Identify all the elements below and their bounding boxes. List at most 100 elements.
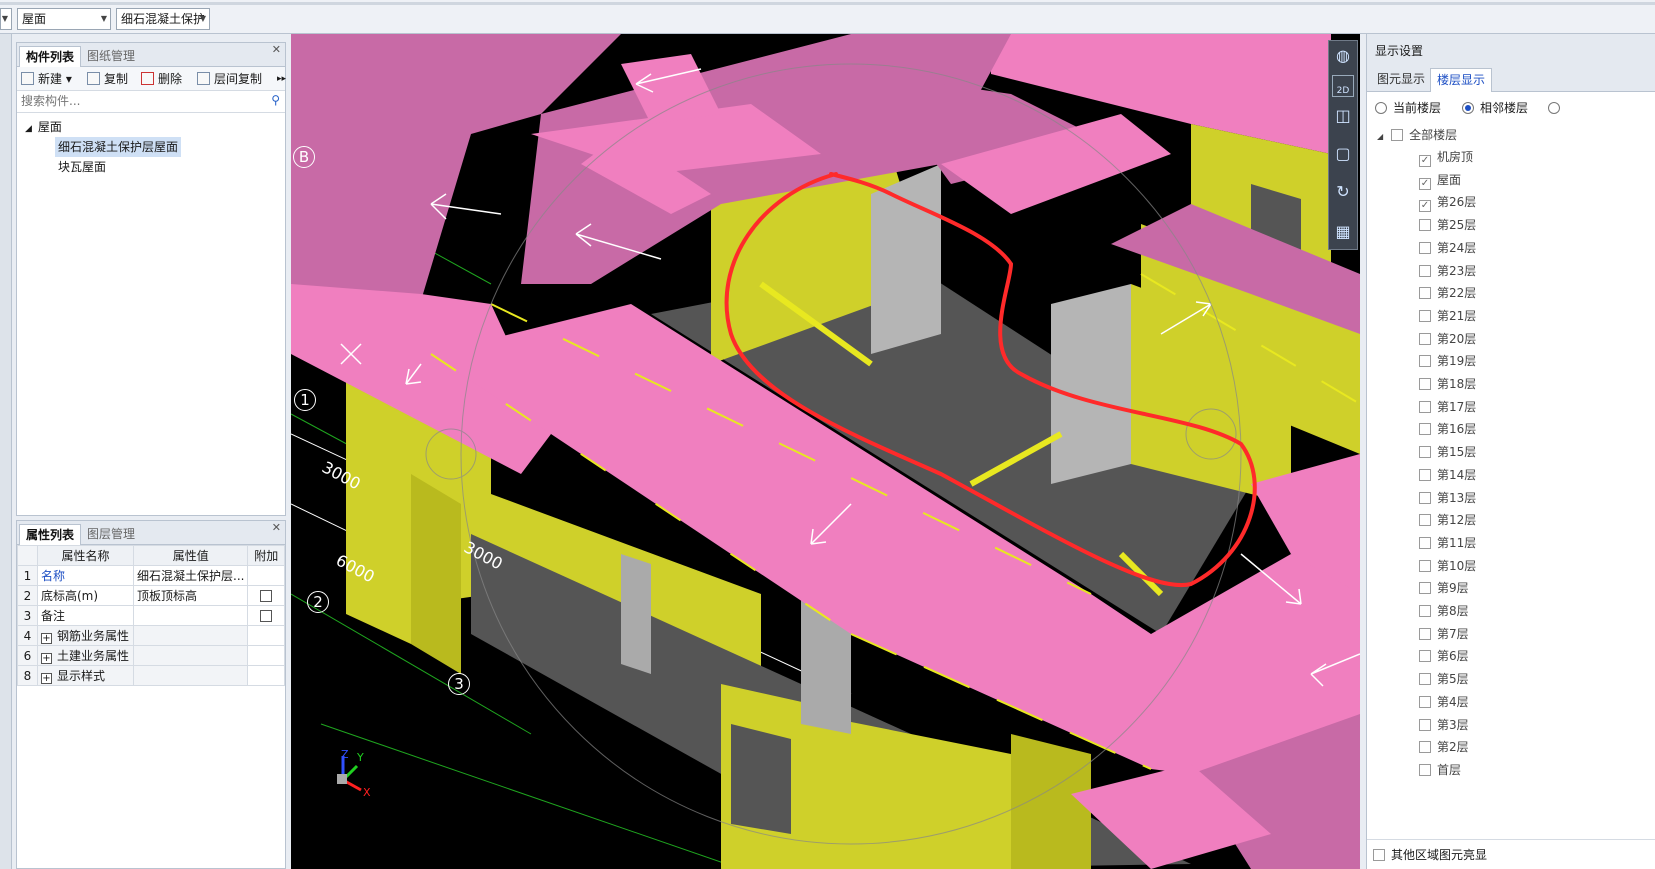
radio-current-floor[interactable]: 当前楼层: [1375, 98, 1441, 118]
more-icon[interactable]: ▸▸: [277, 70, 286, 88]
floor-item[interactable]: 第9层: [1419, 578, 1469, 598]
floor-checkbox[interactable]: [1419, 536, 1431, 549]
radio-adjacent-floor[interactable]: 相邻楼层: [1462, 98, 1528, 118]
3d-viewport[interactable]: B 1 2 3 3000 6000 3000 Z Y X ◍ 2D ◫ ▢ ↻ …: [291, 34, 1360, 869]
floor-checkbox[interactable]: ✓: [1419, 177, 1431, 190]
floor-item[interactable]: 第21层: [1419, 306, 1476, 326]
expand-icon[interactable]: +: [41, 653, 52, 664]
floor-item[interactable]: 第25层: [1419, 215, 1476, 235]
orbit-icon[interactable]: ◍: [1332, 45, 1354, 67]
table-row[interactable]: 1 名称 细石混凝土保护层...: [17, 565, 285, 586]
floor-item[interactable]: ✓ 第26层: [1419, 192, 1476, 213]
component-select[interactable]: 细石混凝土保护 ▼: [116, 8, 210, 30]
floor-item[interactable]: 第19层: [1419, 351, 1476, 371]
copy-button[interactable]: 复制: [87, 70, 128, 88]
floor-select[interactable]: 屋面 ▼: [17, 8, 111, 30]
floor-checkbox[interactable]: [1419, 673, 1431, 686]
tree-item-gravel-roof[interactable]: 细石混凝土保护层屋面: [55, 137, 182, 157]
close-icon[interactable]: ✕: [272, 521, 281, 534]
floor-item[interactable]: 第13层: [1419, 488, 1476, 508]
tree-root[interactable]: ◢ 屋面: [25, 117, 62, 137]
highlight-checkbox[interactable]: [1373, 849, 1385, 861]
floor-item[interactable]: 第10层: [1419, 556, 1476, 576]
tab-component-list[interactable]: 构件列表: [19, 46, 82, 67]
all-floors-checkbox[interactable]: [1391, 129, 1404, 141]
tab-drawing-manage[interactable]: 图纸管理: [81, 46, 141, 67]
floor-item[interactable]: 第2层: [1419, 737, 1469, 757]
tab-floor-display[interactable]: 楼层显示: [1430, 68, 1493, 92]
expand-icon[interactable]: +: [41, 673, 52, 684]
tab-element-display[interactable]: 图元显示: [1371, 68, 1431, 92]
footer-highlight-option[interactable]: 其他区域图元亮显: [1367, 839, 1655, 869]
rotate-icon[interactable]: ↻: [1332, 181, 1354, 203]
table-row[interactable]: 2 底标高(m) 顶板顶标高: [17, 585, 285, 606]
floor-item[interactable]: 第18层: [1419, 374, 1476, 394]
view-2d-button[interactable]: 2D: [1332, 75, 1354, 97]
prop-value[interactable]: 顶板顶标高: [132, 585, 249, 606]
floor-checkbox[interactable]: [1419, 219, 1431, 232]
floor-item[interactable]: 第7层: [1419, 624, 1469, 644]
floor-item[interactable]: 第3层: [1419, 715, 1469, 735]
floor-checkbox[interactable]: [1419, 446, 1431, 459]
floor-item[interactable]: 第24层: [1419, 238, 1476, 258]
prop-name-group[interactable]: + 显示样式: [37, 665, 134, 686]
floor-checkbox[interactable]: [1419, 287, 1431, 300]
search-input[interactable]: [17, 91, 257, 111]
close-icon[interactable]: ✕: [272, 43, 281, 56]
floor-item[interactable]: 第6层: [1419, 646, 1469, 666]
floor-checkbox[interactable]: [1419, 718, 1431, 731]
extra-checkbox[interactable]: [260, 609, 273, 622]
search-icon[interactable]: ⚲: [271, 93, 280, 107]
collapse-icon[interactable]: ◢: [1377, 132, 1383, 141]
floor-item[interactable]: 第5层: [1419, 669, 1469, 689]
expand-icon[interactable]: +: [41, 633, 52, 644]
floor-checkbox[interactable]: [1419, 763, 1431, 776]
delete-button[interactable]: 删除: [141, 70, 182, 88]
floor-item[interactable]: 第15层: [1419, 442, 1476, 462]
floor-checkbox[interactable]: [1419, 491, 1431, 504]
extra-checkbox[interactable]: [260, 589, 273, 602]
tree-item-tile-roof[interactable]: 块瓦屋面: [58, 157, 106, 177]
table-row[interactable]: 6 + 土建业务属性: [17, 645, 285, 666]
tab-property-list[interactable]: 属性列表: [19, 524, 82, 545]
floor-item[interactable]: 第17层: [1419, 397, 1476, 417]
floor-item[interactable]: 第22层: [1419, 283, 1476, 303]
floor-checkbox[interactable]: [1419, 241, 1431, 254]
collapse-icon[interactable]: ◢: [25, 124, 32, 134]
floor-checkbox[interactable]: ✓: [1419, 200, 1431, 213]
floor-checkbox[interactable]: [1419, 650, 1431, 663]
cube-view-icon[interactable]: ◫: [1332, 105, 1354, 127]
floor-checkbox[interactable]: [1419, 559, 1431, 572]
floor-checkbox[interactable]: [1419, 332, 1431, 345]
floor-item[interactable]: 第12层: [1419, 510, 1476, 530]
floor-item[interactable]: 第16层: [1419, 419, 1476, 439]
floor-checkbox[interactable]: [1419, 400, 1431, 413]
floor-checkbox[interactable]: [1419, 423, 1431, 436]
prop-name-group[interactable]: + 钢筋业务属性: [37, 625, 134, 646]
left-edge-scrollbar[interactable]: [0, 34, 12, 869]
floor-item[interactable]: ✓ 屋面: [1419, 170, 1461, 190]
table-row[interactable]: 4 + 钢筋业务属性: [17, 625, 285, 646]
floor-checkbox[interactable]: [1419, 695, 1431, 708]
floor-checkbox[interactable]: [1419, 468, 1431, 481]
floor-checkbox[interactable]: [1419, 627, 1431, 640]
all-floors-row[interactable]: ◢ 全部楼层: [1377, 125, 1457, 145]
box-icon[interactable]: ▢: [1332, 143, 1354, 165]
prop-value[interactable]: 细石混凝土保护层...: [132, 565, 249, 586]
floor-checkbox[interactable]: [1419, 741, 1431, 754]
floor-checkbox[interactable]: [1419, 582, 1431, 595]
floor-checkbox[interactable]: [1419, 605, 1431, 617]
table-row[interactable]: 8 + 显示样式: [17, 665, 285, 686]
floor-item[interactable]: 第4层: [1419, 692, 1469, 712]
new-button[interactable]: 新建 ▾: [21, 70, 72, 88]
radio-extra[interactable]: [1548, 98, 1566, 118]
floor-item[interactable]: ✓ 机房顶: [1419, 147, 1473, 167]
floor-checkbox[interactable]: [1419, 378, 1431, 390]
floor-checkbox[interactable]: [1419, 264, 1431, 277]
floor-item[interactable]: 第20层: [1419, 329, 1476, 349]
floor-checkbox[interactable]: [1419, 309, 1431, 322]
tab-layer-manage[interactable]: 图层管理: [81, 524, 141, 545]
floor-copy-button[interactable]: 层间复制: [197, 70, 262, 88]
floor-item[interactable]: 第11层: [1419, 533, 1476, 553]
prop-name-group[interactable]: + 土建业务属性: [37, 645, 134, 666]
